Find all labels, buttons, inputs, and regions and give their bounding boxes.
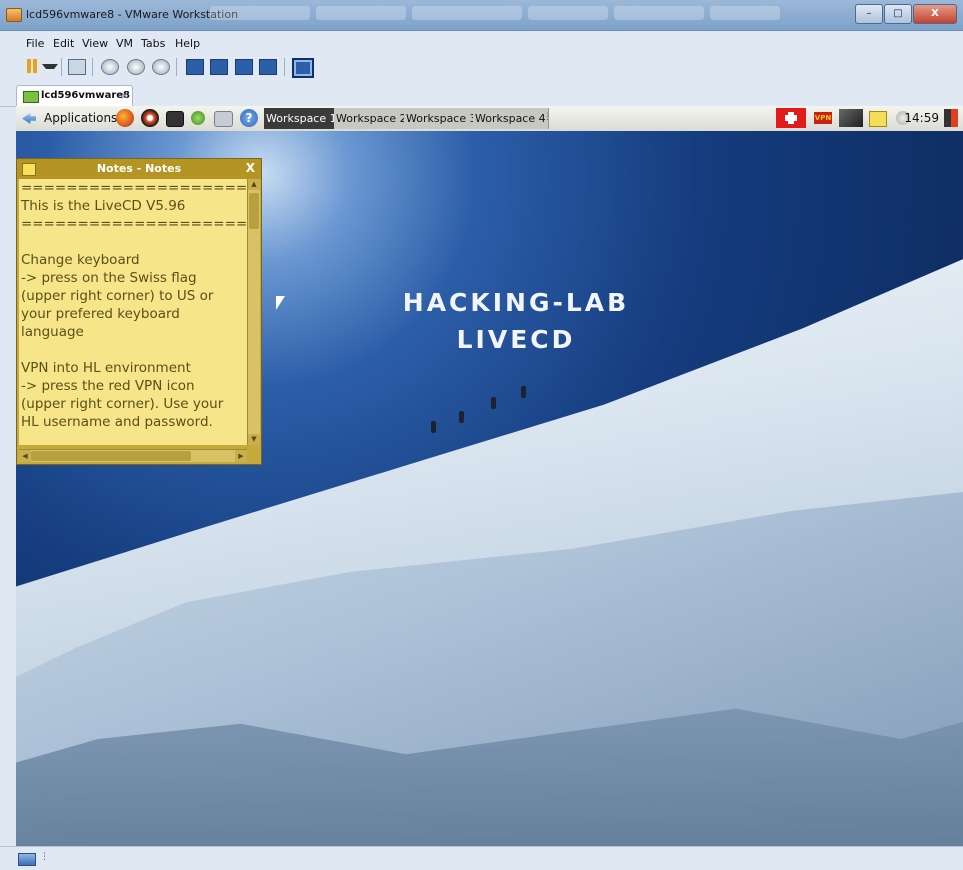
vpn-icon[interactable]: VPN xyxy=(814,112,832,124)
notes-title: Notes - Notes xyxy=(96,162,182,175)
send-keys-icon[interactable] xyxy=(68,59,86,75)
panel-handle[interactable]: ⋮ xyxy=(543,112,552,122)
full-screen-icon[interactable] xyxy=(235,59,253,75)
notes-text-area[interactable]: ==================== This is the LiveCD … xyxy=(19,179,247,445)
scroll-left-icon[interactable]: ◀ xyxy=(19,450,31,462)
help-icon[interactable]: ? xyxy=(240,109,258,127)
scroll-down-icon[interactable]: ▼ xyxy=(248,434,260,445)
notes-vertical-scrollbar[interactable]: ▲ ▼ xyxy=(247,179,260,445)
applications-menu[interactable]: Applications xyxy=(44,111,117,125)
desktop-wallpaper[interactable]: HACKING-LAB LIVECD Notes - Notes X =====… xyxy=(16,131,963,846)
menu-view[interactable]: View xyxy=(82,37,108,50)
close-tab-icon[interactable]: × xyxy=(120,89,129,102)
toolbar xyxy=(0,53,963,81)
network-icon[interactable] xyxy=(839,109,863,127)
workspace-3[interactable]: Workspace 3 xyxy=(404,108,480,129)
notes-line: your prefered keyboard xyxy=(21,306,180,322)
menu-tabs[interactable]: Tabs xyxy=(141,37,165,50)
thumbnail-bar-icon[interactable] xyxy=(210,59,228,75)
vm-tab[interactable]: lcd596vmware8 × xyxy=(16,85,133,106)
notes-horizontal-scrollbar[interactable]: ◀ ▶ xyxy=(19,449,247,462)
close-button[interactable]: X xyxy=(913,4,957,24)
notes-line: VPN into HL environment xyxy=(21,360,191,376)
climber-figure xyxy=(459,411,464,423)
scroll-thumb[interactable] xyxy=(249,193,259,229)
toolbar-separator xyxy=(284,58,285,76)
workspace-2[interactable]: Workspace 2 xyxy=(334,108,410,129)
scroll-right-icon[interactable]: ▶ xyxy=(235,450,247,462)
network-places-icon[interactable] xyxy=(214,111,233,127)
mouse-cursor-icon xyxy=(276,296,285,310)
window-title-bar: lcd596vmware8 - VMware Workstation – □ X xyxy=(0,0,963,31)
climber-figure xyxy=(431,421,436,433)
notes-line: (upper right corner). Use your xyxy=(21,396,224,412)
menu-edit[interactable]: Edit xyxy=(53,37,74,50)
maximize-button[interactable]: □ xyxy=(884,4,912,24)
vm-icon xyxy=(23,91,39,103)
notes-line: -> press on the Swiss flag xyxy=(21,270,197,286)
notes-line xyxy=(19,233,247,251)
window-title: lcd596vmware8 - VMware Workstation xyxy=(26,8,239,21)
network-tool-icon[interactable] xyxy=(191,111,205,125)
pause-icon[interactable] xyxy=(27,59,37,73)
library-view-icon[interactable] xyxy=(186,59,204,75)
console-view-icon[interactable] xyxy=(292,58,314,78)
notes-window[interactable]: Notes - Notes X ==================== Thi… xyxy=(16,158,262,465)
toolbar-separator xyxy=(92,58,93,76)
notes-line: ==================== xyxy=(21,216,247,232)
minimize-button[interactable]: – xyxy=(855,4,883,24)
workspace-4[interactable]: Workspace 4 xyxy=(473,108,549,129)
status-handle[interactable]: ⋮ xyxy=(40,852,49,862)
applications-icon xyxy=(22,113,36,124)
notes-line: -> press the red VPN icon xyxy=(21,378,195,394)
terminal-icon[interactable] xyxy=(166,111,184,127)
snapshot-manager-icon[interactable] xyxy=(152,59,170,75)
notes-line: Change keyboard xyxy=(21,252,140,268)
firefox-icon[interactable] xyxy=(116,109,134,127)
menu-vm[interactable]: VM xyxy=(116,37,133,50)
menu-file[interactable]: File xyxy=(26,37,44,50)
vm-tab-label: lcd596vmware8 xyxy=(41,90,130,101)
notes-icon[interactable] xyxy=(869,111,887,127)
snapshot-icon[interactable] xyxy=(101,59,119,75)
clock[interactable]: 14:59 xyxy=(904,111,939,125)
logout-icon[interactable] xyxy=(944,109,958,127)
unity-icon[interactable] xyxy=(259,59,277,75)
burp-icon[interactable] xyxy=(141,109,159,127)
wallpaper-subheadline: LIVECD xyxy=(456,325,576,354)
scroll-up-icon[interactable]: ▲ xyxy=(248,179,260,190)
menu-bar: File Edit View VM Tabs Help xyxy=(0,31,963,53)
climber-figure xyxy=(491,397,496,409)
notes-line: This is the LiveCD V5.96 xyxy=(21,198,186,214)
revert-snapshot-icon[interactable] xyxy=(127,59,145,75)
status-bar: ⋮ xyxy=(0,846,963,870)
scroll-thumb[interactable] xyxy=(31,451,191,461)
notes-line: HL username and password. xyxy=(21,414,213,430)
workspace-1[interactable]: Workspace 1 xyxy=(264,108,340,129)
notes-title-bar[interactable]: Notes - Notes X xyxy=(17,159,261,179)
vm-display[interactable]: Applications ? Workspace 1 Workspace 2 W… xyxy=(16,106,963,846)
taskbar-blurred-tabs xyxy=(210,6,850,22)
window-controls: – □ X xyxy=(855,4,957,24)
swiss-flag-icon[interactable] xyxy=(776,108,806,128)
notes-line: ==================== xyxy=(21,180,247,196)
vmware-app-icon xyxy=(6,8,22,22)
notes-line: (upper right corner) to US or xyxy=(21,288,214,304)
wallpaper-headline: HACKING-LAB xyxy=(402,288,630,317)
vm-tab-strip: lcd596vmware8 × xyxy=(0,81,963,107)
dropdown-arrow-icon[interactable] xyxy=(42,64,58,69)
menu-help[interactable]: Help xyxy=(175,37,200,50)
notes-line: language xyxy=(21,324,84,340)
vm-devices-icon[interactable] xyxy=(18,853,36,866)
climber-figure xyxy=(521,386,526,398)
toolbar-separator xyxy=(61,58,62,76)
guest-top-panel: Applications ? Workspace 1 Workspace 2 W… xyxy=(16,106,963,132)
toolbar-separator xyxy=(176,58,177,76)
notes-close-button[interactable]: X xyxy=(246,161,255,175)
notes-line xyxy=(19,341,247,359)
